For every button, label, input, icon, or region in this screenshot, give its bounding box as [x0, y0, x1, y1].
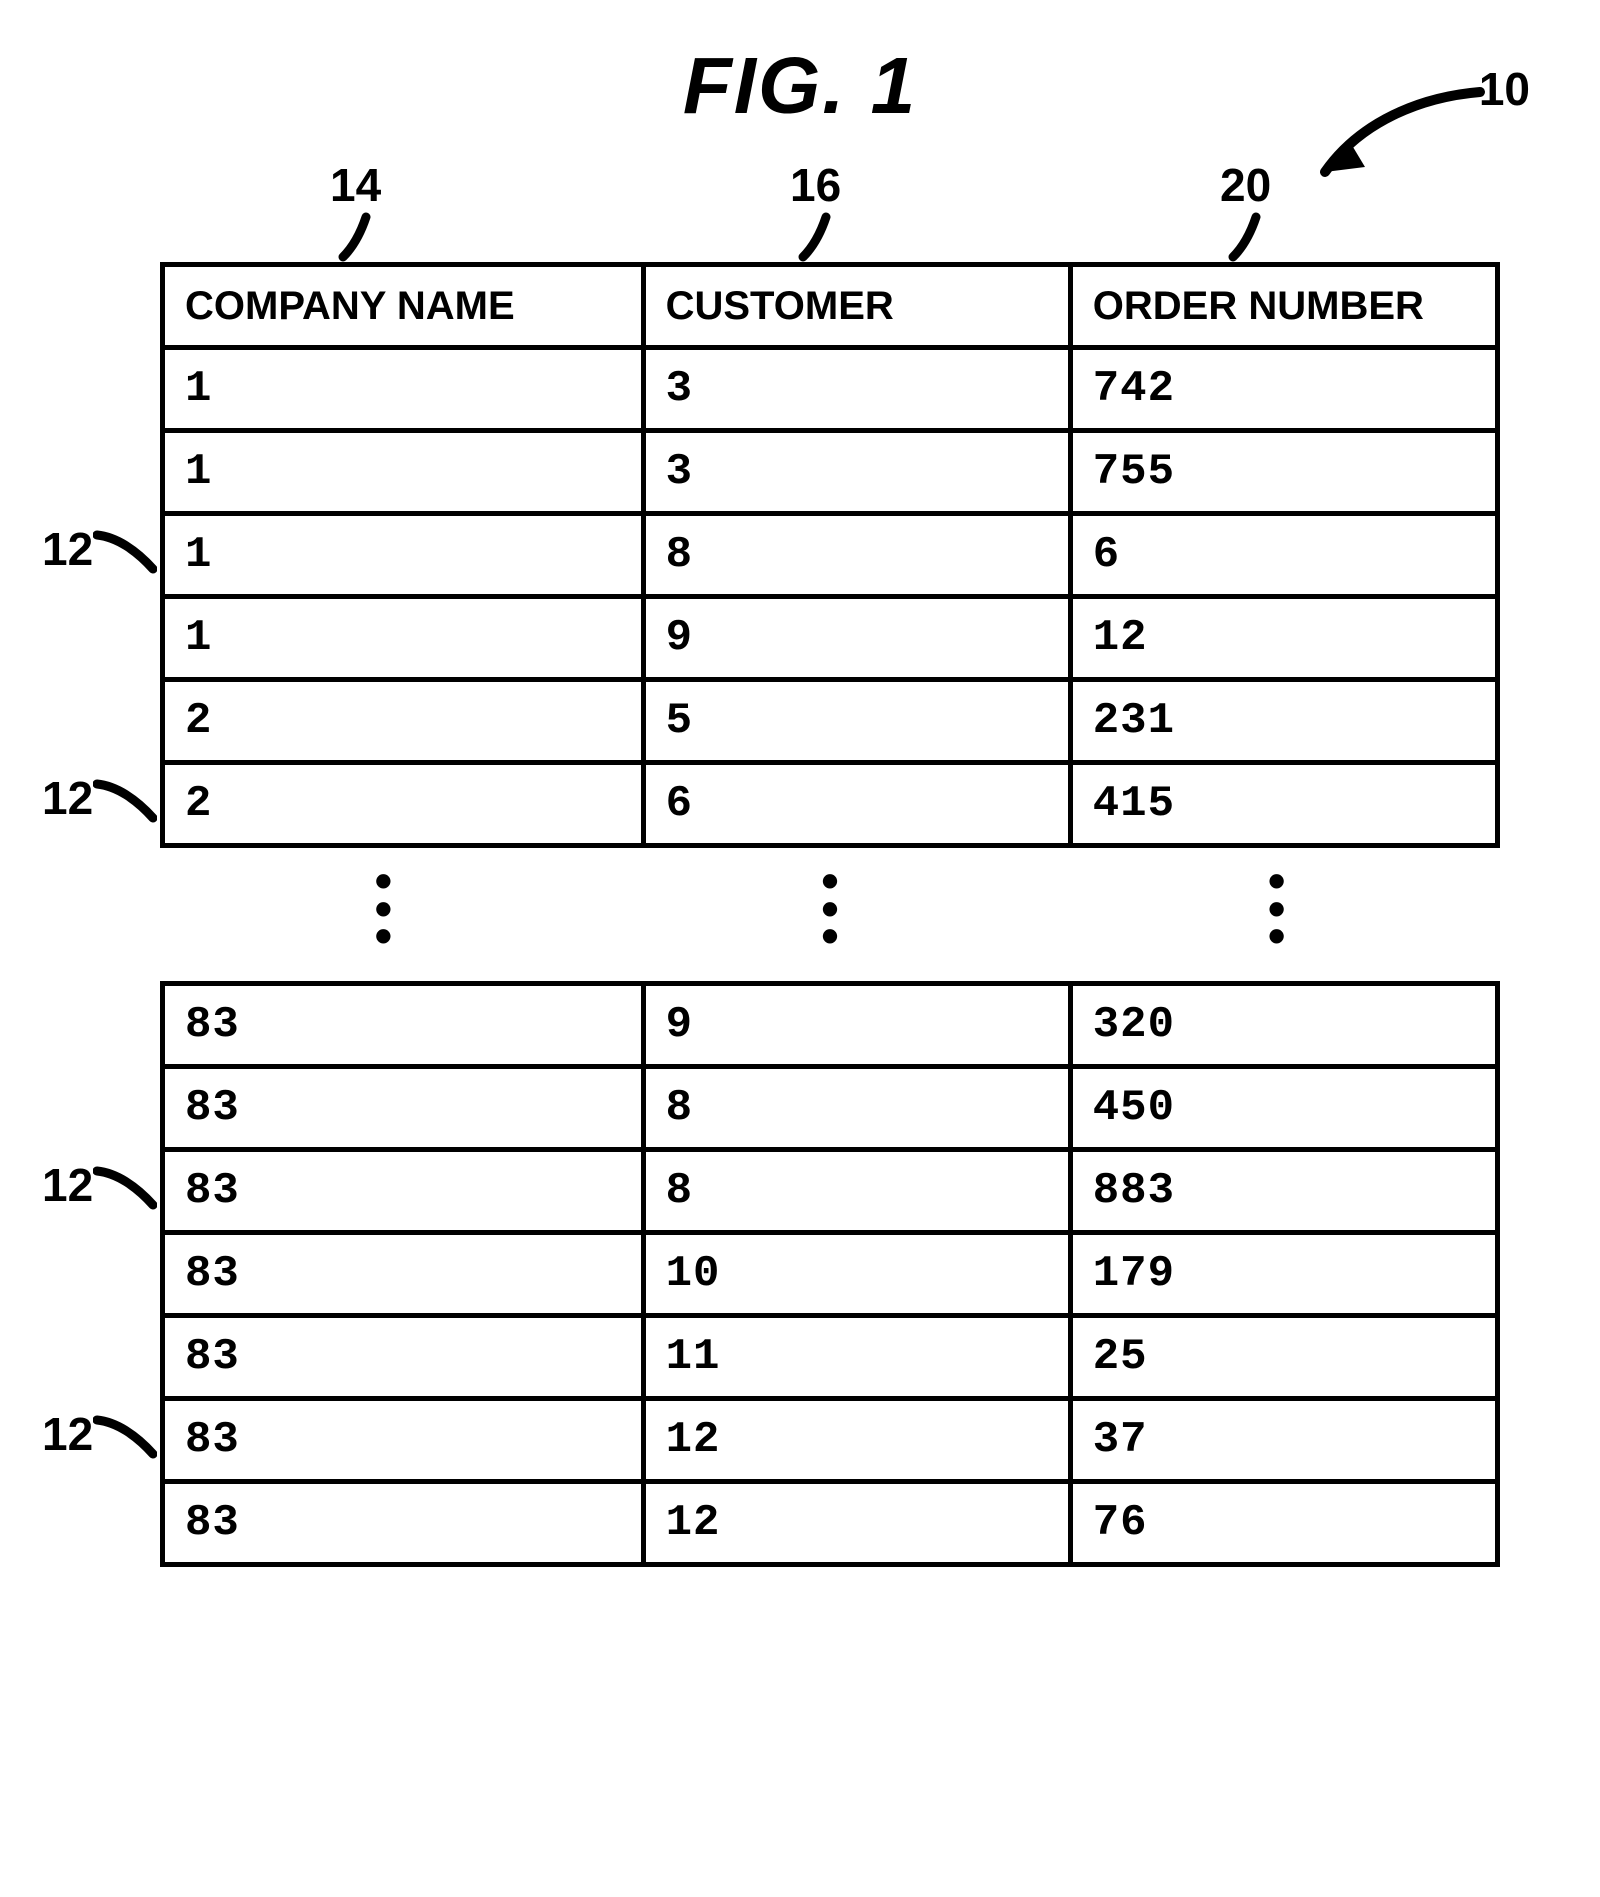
cell-order-number: 320	[1070, 983, 1497, 1066]
cell-company-name: 83	[163, 1481, 644, 1564]
vertical-ellipsis-icon: •••	[375, 868, 393, 951]
lead-line-icon	[93, 770, 157, 826]
table-row: 26415	[163, 763, 1498, 846]
table-row: 13755	[163, 431, 1498, 514]
table-row: 831276	[163, 1481, 1498, 1564]
column-ref-order-label: 20	[1220, 159, 1271, 211]
cell-customer: 10	[643, 1232, 1070, 1315]
column-ref-company-label: 14	[330, 159, 381, 211]
table-row: 1912	[163, 597, 1498, 680]
column-ref-customer: 16	[790, 158, 841, 262]
column-ref-customer-label: 16	[790, 159, 841, 211]
row-reference: 12	[42, 1157, 162, 1213]
row-reference: 12	[42, 770, 162, 826]
cell-order-number: 37	[1070, 1398, 1497, 1481]
cell-customer: 9	[643, 983, 1070, 1066]
cell-customer: 8	[643, 1149, 1070, 1232]
cell-order-number: 755	[1070, 431, 1497, 514]
col-header-company: COMPANY NAME	[163, 265, 644, 348]
cell-order-number: 450	[1070, 1066, 1497, 1149]
diagram-area: 10 14 16 20	[50, 142, 1550, 1567]
tick-icon	[333, 212, 379, 262]
row-reference-numeral: 12	[42, 771, 93, 825]
cell-order-number: 231	[1070, 680, 1497, 763]
table-reference-numeral: 10	[1479, 62, 1530, 116]
column-reference-labels: 10 14 16 20	[50, 142, 1550, 262]
col-header-customer: CUSTOMER	[643, 265, 1070, 348]
cell-order-number: 883	[1070, 1149, 1497, 1232]
data-table-top: COMPANY NAME CUSTOMER ORDER NUMBER 13742…	[160, 262, 1500, 848]
cell-customer: 6	[643, 763, 1070, 846]
vertical-ellipsis-row: ••• ••• •••	[160, 868, 1500, 951]
column-ref-order: 20	[1220, 158, 1271, 262]
cell-order-number: 12	[1070, 597, 1497, 680]
data-table-bottom: 8393208384508388838310179831125831237831…	[160, 981, 1500, 1567]
cell-company-name: 2	[163, 680, 644, 763]
cell-order-number: 179	[1070, 1232, 1497, 1315]
table-row: 13742	[163, 348, 1498, 431]
cell-company-name: 83	[163, 1398, 644, 1481]
row-reference-numeral: 12	[42, 1407, 93, 1461]
table-row: 838883	[163, 1149, 1498, 1232]
cell-order-number: 25	[1070, 1315, 1497, 1398]
cell-company-name: 1	[163, 348, 644, 431]
table-row: 831125	[163, 1315, 1498, 1398]
row-reference-numeral: 12	[42, 1158, 93, 1212]
row-reference-numeral: 12	[42, 522, 93, 576]
figure-page: FIG. 1 10 14 16	[0, 0, 1600, 1647]
cell-customer: 5	[643, 680, 1070, 763]
table-row: 839320	[163, 983, 1498, 1066]
table-row: 838450	[163, 1066, 1498, 1149]
table-reference-arrow: 10	[1270, 62, 1530, 202]
lead-line-icon	[93, 521, 157, 577]
cell-company-name: 83	[163, 983, 644, 1066]
table-bottom-section: 8393208384508388838310179831125831237831…	[160, 981, 1500, 1567]
cell-customer: 12	[643, 1481, 1070, 1564]
cell-customer: 11	[643, 1315, 1070, 1398]
cell-customer: 3	[643, 431, 1070, 514]
cell-order-number: 742	[1070, 348, 1497, 431]
cell-company-name: 83	[163, 1315, 644, 1398]
table-row: 25231	[163, 680, 1498, 763]
row-reference: 12	[42, 1406, 162, 1462]
lead-line-icon	[93, 1406, 157, 1462]
vertical-ellipsis-icon: •••	[1268, 868, 1286, 951]
cell-company-name: 1	[163, 514, 644, 597]
cell-company-name: 83	[163, 1149, 644, 1232]
cell-customer: 8	[643, 1066, 1070, 1149]
table-row: 8310179	[163, 1232, 1498, 1315]
tick-icon	[1223, 212, 1269, 262]
cell-company-name: 1	[163, 431, 644, 514]
cell-company-name: 1	[163, 597, 644, 680]
cell-company-name: 83	[163, 1232, 644, 1315]
cell-customer: 8	[643, 514, 1070, 597]
lead-line-icon	[93, 1157, 157, 1213]
cell-customer: 3	[643, 348, 1070, 431]
cell-order-number: 76	[1070, 1481, 1497, 1564]
column-ref-company: 14	[330, 158, 381, 262]
table-top-section: COMPANY NAME CUSTOMER ORDER NUMBER 13742…	[160, 262, 1500, 848]
table-row: 186	[163, 514, 1498, 597]
table-row: 831237	[163, 1398, 1498, 1481]
table-header-row: COMPANY NAME CUSTOMER ORDER NUMBER	[163, 265, 1498, 348]
col-header-order: ORDER NUMBER	[1070, 265, 1497, 348]
cell-customer: 12	[643, 1398, 1070, 1481]
cell-order-number: 6	[1070, 514, 1497, 597]
cell-customer: 9	[643, 597, 1070, 680]
cell-company-name: 83	[163, 1066, 644, 1149]
vertical-ellipsis-icon: •••	[821, 868, 839, 951]
tick-icon	[793, 212, 839, 262]
cell-order-number: 415	[1070, 763, 1497, 846]
cell-company-name: 2	[163, 763, 644, 846]
row-reference: 12	[42, 521, 162, 577]
